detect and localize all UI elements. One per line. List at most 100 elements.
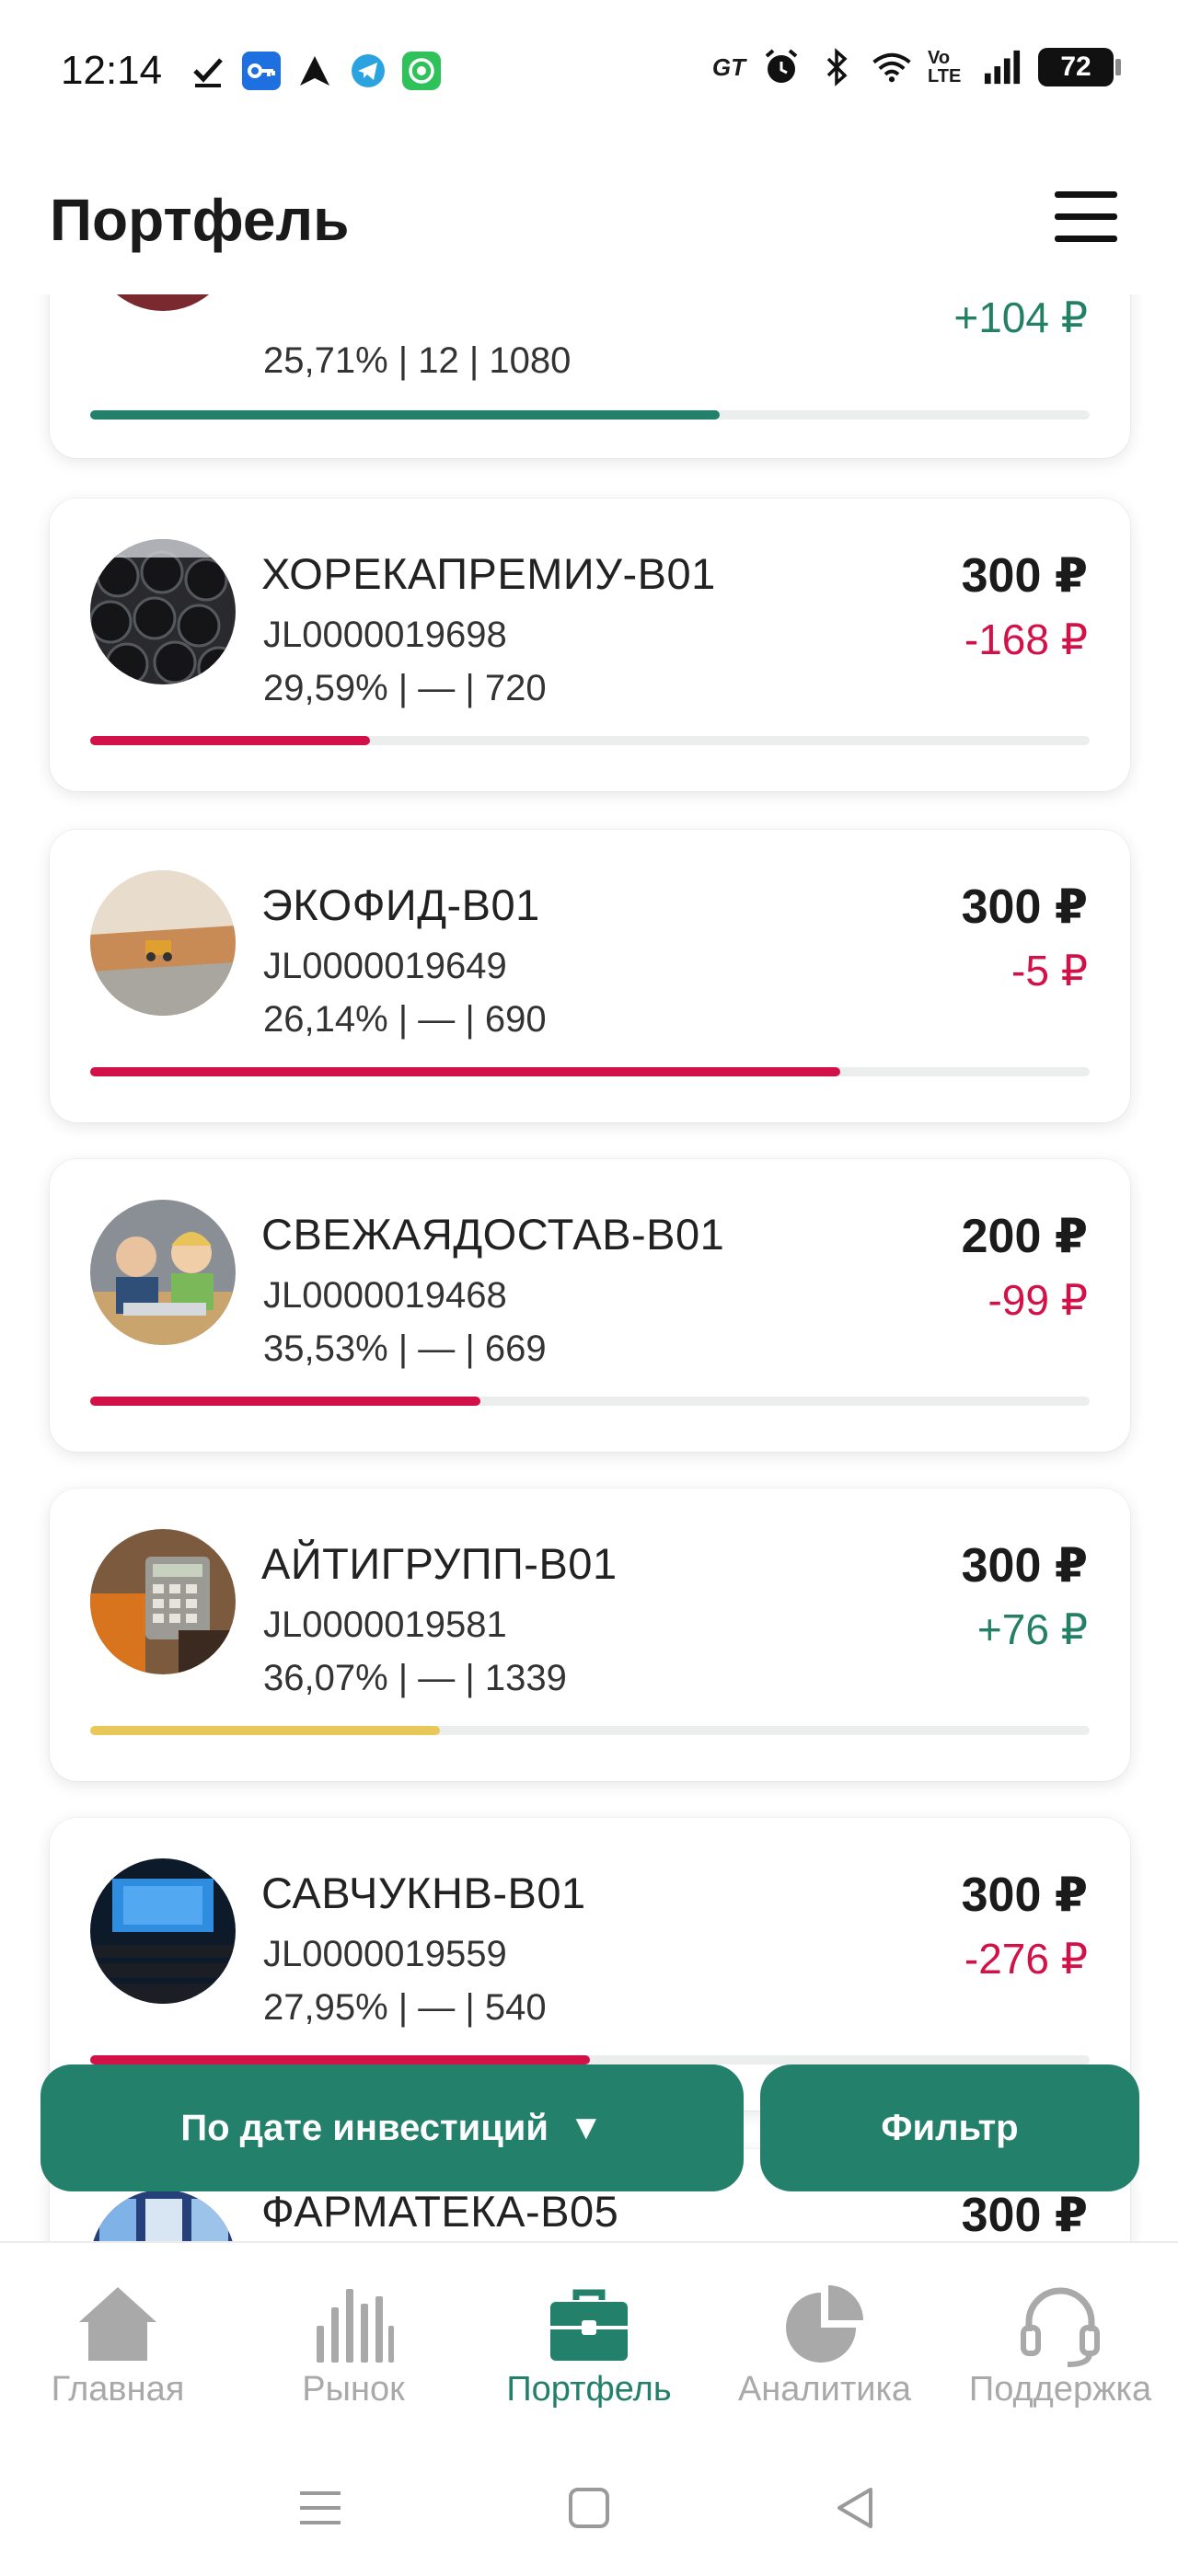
card-name: ФАРМАТЕКА-В05 <box>261 2187 619 2236</box>
card-name: ЭКОФИД-В01 <box>261 880 540 929</box>
telegram-icon <box>349 52 387 90</box>
progress-fill <box>90 1067 840 1076</box>
card-delta: -99 ₽ <box>987 1276 1088 1324</box>
nav-label: Аналитика <box>737 2370 912 2409</box>
progress-track <box>90 1067 1090 1076</box>
nav-analytics[interactable]: Аналитика <box>707 2243 942 2444</box>
cinema-avatar <box>90 1858 236 2004</box>
pipes-avatar <box>90 539 236 684</box>
card-amount: 200 ₽ <box>961 1210 1088 1263</box>
nav-home[interactable]: Главная <box>0 2243 236 2444</box>
warehouse-photo <box>90 870 236 1016</box>
card-stats: 36,07% | — | 1339 <box>263 1658 567 1698</box>
progress-track <box>90 2055 1090 2064</box>
filter-label: Фильтр <box>881 2107 1019 2148</box>
card-name: СВЕЖАЯДОСТАВ-В01 <box>261 1210 725 1259</box>
sort-button[interactable]: По дате инвестиций ▼ <box>40 2064 744 2191</box>
system-status-icons: GT Vo LTE 72 <box>711 48 1121 86</box>
card-delta: -5 ₽ <box>1011 947 1088 995</box>
progress-track <box>90 410 1090 420</box>
briefcase-icon <box>550 2289 628 2361</box>
pie-chart-icon <box>786 2285 863 2363</box>
portfolio-card[interactable]: СВЕЖАЯДОСТАВ-В01 JL0000019468 35,53% | —… <box>50 1159 1130 1452</box>
app-header: Портфель <box>0 138 1178 294</box>
nav-market[interactable]: Рынок <box>236 2243 471 2444</box>
progress-fill <box>90 410 721 420</box>
bar-chart-icon <box>317 2289 394 2363</box>
progress-track <box>90 736 1090 745</box>
whatsapp-icon <box>402 52 441 90</box>
warehouse-avatar <box>90 870 236 1016</box>
battery-level: 72 <box>1060 52 1091 82</box>
card-delta: +76 ₽ <box>976 1605 1088 1653</box>
card-amount: 300 ₽ <box>961 1869 1088 1922</box>
calculators-photo <box>90 1529 236 1674</box>
menu-icon[interactable] <box>293 2480 348 2536</box>
home-square-icon[interactable] <box>561 2480 617 2536</box>
card-amount: 300 ₽ <box>961 880 1088 934</box>
volte-icon: Vo LTE <box>928 49 966 86</box>
card-stats: 35,53% | — | 669 <box>263 1328 547 1369</box>
page-title: Портфель <box>50 187 350 253</box>
card-stats: 26,14% | — | 690 <box>263 999 547 1040</box>
signal-icon <box>983 48 1022 86</box>
progress-fill <box>90 1397 480 1406</box>
card-stats: 27,95% | — | 540 <box>263 1987 547 2028</box>
portfolio-card[interactable]: ЭКОФИД-В01 JL0000019649 26,14% | — | 690… <box>50 830 1130 1122</box>
card-delta: +104 ₽ <box>953 293 1088 341</box>
status-bar: 12:14 GT Vo LTE 72 <box>0 0 1178 138</box>
gt-icon: GT <box>711 52 745 81</box>
nav-label: Поддержка <box>968 2370 1152 2409</box>
progress-fill <box>90 2055 590 2064</box>
wifi-icon <box>872 48 911 86</box>
nav-portfolio[interactable]: Портфель <box>471 2243 707 2444</box>
card-amount: 300 ₽ <box>961 549 1088 603</box>
chevron-down-icon: ▼ <box>568 2108 604 2147</box>
card-id: JL0000019468 <box>263 1275 507 1316</box>
card-id: JL0000019649 <box>263 946 507 986</box>
check-icon <box>189 52 227 90</box>
nav-arrow-icon <box>295 52 334 90</box>
back-triangle-icon[interactable] <box>828 2480 884 2536</box>
portfolio-list[interactable]: JL0000019711 25,71% | 12 | 1080 +104 ₽ Х… <box>0 0 1178 2245</box>
card-stats: 29,59% | — | 720 <box>263 668 547 708</box>
alarm-icon <box>762 48 801 86</box>
pharmacy-avatar <box>90 2190 236 2245</box>
status-time: 12:14 <box>61 48 163 93</box>
bottom-navigation: Главная Рынок Портфель Аналитика Поддерж… <box>0 2241 1178 2444</box>
nav-label: Главная <box>51 2370 185 2409</box>
card-id: JL0000019581 <box>263 1604 507 1645</box>
nav-label: Рынок <box>302 2370 405 2409</box>
portfolio-card[interactable]: ХОРЕКАПРЕМИУ-В01 JL0000019698 29,59% | —… <box>50 499 1130 791</box>
menu-icon-line <box>1055 213 1117 220</box>
menu-icon-line <box>1055 191 1117 198</box>
card-name: ХОРЕКАПРЕМИУ-В01 <box>261 549 716 598</box>
card-id: JL0000019698 <box>263 615 507 655</box>
card-amount: 300 ₽ <box>961 2189 1088 2242</box>
kids-avatar <box>90 1200 236 1345</box>
progress-track <box>90 1726 1090 1735</box>
system-navigation <box>0 2444 1178 2576</box>
headset-icon <box>1021 2287 1100 2367</box>
kids-photo <box>90 1200 236 1345</box>
nav-label: Портфель <box>506 2370 672 2409</box>
card-delta: -276 ₽ <box>964 1935 1088 1983</box>
portfolio-card[interactable]: АЙТИГРУПП-В01 JL0000019581 36,07% | — | … <box>50 1489 1130 1781</box>
pipes-photo <box>90 539 236 684</box>
filter-button[interactable]: Фильтр <box>760 2064 1139 2191</box>
card-stats: 25,71% | 12 | 1080 <box>263 340 572 381</box>
notification-icons <box>189 52 441 90</box>
nav-support[interactable]: Поддержка <box>942 2243 1178 2444</box>
home-icon <box>79 2287 156 2361</box>
progress-track <box>90 1397 1090 1406</box>
bluetooth-icon <box>817 48 856 86</box>
battery-icon: 72 <box>1038 48 1121 86</box>
volte-label: Vo LTE <box>928 48 962 86</box>
card-delta: -168 ₽ <box>964 615 1088 663</box>
card-amount: 300 ₽ <box>961 1539 1088 1593</box>
menu-icon-line <box>1055 236 1117 242</box>
menu-button[interactable] <box>1055 191 1117 243</box>
pharmacy-photo <box>90 2190 236 2245</box>
progress-fill <box>90 1726 441 1735</box>
sort-label: По дате инвестиций <box>180 2107 549 2148</box>
